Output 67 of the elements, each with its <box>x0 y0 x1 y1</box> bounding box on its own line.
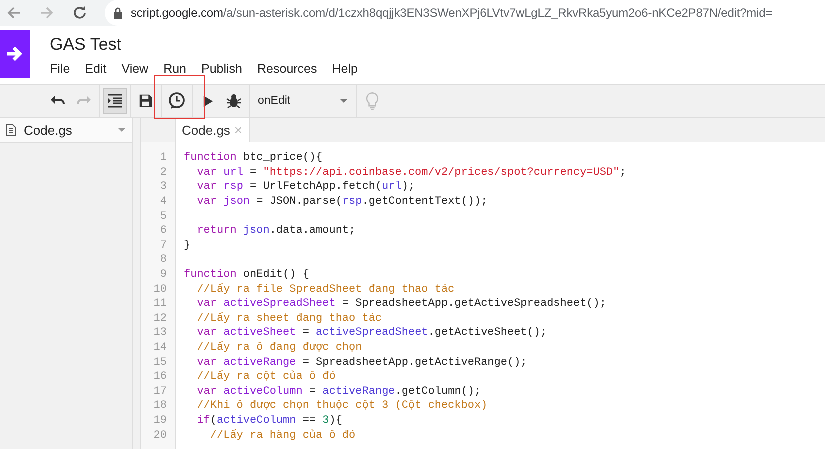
code-line: var json = JSON.parse(rsp.getContentText()); <box>196 196 488 208</box>
code-line: //Lấy ra file SpreadSheet đang thao tác <box>196 284 455 296</box>
line-number: 19 <box>152 414 167 427</box>
back-icon[interactable] <box>6 5 22 21</box>
caret-icon <box>118 128 126 132</box>
menu-item[interactable]: Run <box>164 62 187 76</box>
logo-tile[interactable] <box>0 30 30 78</box>
code-line: //Lấy ra hàng của ô đó <box>209 430 356 442</box>
code-line: //Khi ô được chọn thuộc cột 3 (Cột checkbox) <box>196 400 488 412</box>
code-line: var activeColumn = activeRange.getColumn(); <box>196 386 482 398</box>
code-line: var activeRange = SpreadsheetApp.getActiveRange(); <box>196 356 528 369</box>
menu-item[interactable]: File <box>50 62 70 76</box>
play-icon <box>202 94 214 108</box>
document-icon <box>6 124 16 136</box>
code-line: var url = "https://api.coinbase.com/v2/prices/spot?currency=USD"; <box>196 166 626 179</box>
code-line: var activeSheet = activeSpreadSheet.getActiveSheet(); <box>196 327 548 340</box>
code-line: var rsp = UrlFetchApp.fetch(url); <box>196 181 416 194</box>
line-number: 9 <box>159 269 167 282</box>
line-number: 4 <box>159 196 167 208</box>
menu-item[interactable]: Publish <box>202 62 243 76</box>
url-text: script.google.com/a/sun-asterisk.com/d/1czxh8qqjjk3EN3SWenXPj6LVtv7wLgLZ_RkvRka5yum2o6-nKCe2P87N/edit?mid= <box>131 6 773 20</box>
code-line: function btc_price(){ <box>184 152 323 164</box>
line-number: 20 <box>152 430 167 442</box>
line-number: 1 <box>159 152 167 164</box>
menu-item[interactable]: Help <box>332 62 358 76</box>
code-line: } <box>184 240 191 252</box>
line-number: 17 <box>152 386 167 398</box>
line-number: 14 <box>152 342 167 354</box>
line-number: 16 <box>152 371 167 384</box>
line-number: 5 <box>159 210 167 223</box>
code-line: if(activeColumn == 3){ <box>196 414 342 427</box>
file-tab[interactable]: Code.gs × <box>175 118 250 142</box>
clock-icon <box>168 92 186 110</box>
function-select[interactable]: onEdit <box>252 88 354 114</box>
line-number: 7 <box>159 240 167 252</box>
code-line: //Lấy ra ô đang được chọn <box>196 342 362 354</box>
line-number: 12 <box>152 312 167 325</box>
line-number: 6 <box>159 225 167 238</box>
bug-icon <box>226 93 242 109</box>
code-editor[interactable] <box>141 142 825 449</box>
highlight-frame <box>154 75 205 119</box>
lightbulb-icon <box>366 92 378 110</box>
line-number: 3 <box>159 181 167 194</box>
line-number: 2 <box>159 166 167 179</box>
line-number: 11 <box>152 298 167 310</box>
arrow-icon <box>5 44 25 64</box>
project-title[interactable]: GAS Test <box>50 35 358 55</box>
line-number: 8 <box>159 254 167 266</box>
reload-icon[interactable] <box>72 5 88 21</box>
line-number: 10 <box>152 284 167 296</box>
address-bar[interactable]: script.google.com/a/sun-asterisk.com/d/1czxh8qqjjk3EN3SWenXPj6LVtv7wLgLZ_RkvRka5yum2o6-nKCe2P87N/edit?mid= <box>105 0 825 26</box>
line-number: 18 <box>152 400 167 412</box>
caret-icon <box>340 99 348 103</box>
line-number: 15 <box>152 356 167 369</box>
code-line: var activeSpreadSheet = SpreadsheetApp.getActiveSpreadsheet(); <box>196 298 606 310</box>
line-number: 13 <box>152 327 167 340</box>
menu-item[interactable]: Resources <box>258 62 318 76</box>
code-line: function onEdit() { <box>184 269 310 282</box>
indent-button[interactable] <box>103 88 127 114</box>
script-file-entry[interactable]: Code.gs <box>0 118 132 143</box>
indent-icon <box>107 93 123 109</box>
code-line: return json.data.amount; <box>196 225 356 238</box>
code-line: //Lấy ra sheet đang thao tác <box>196 312 382 325</box>
code-line: //Lấy ra cột của ô đó <box>196 371 336 384</box>
menu-item[interactable]: Edit <box>85 62 107 76</box>
menu-item[interactable]: View <box>122 62 149 76</box>
lock-icon <box>113 7 123 19</box>
